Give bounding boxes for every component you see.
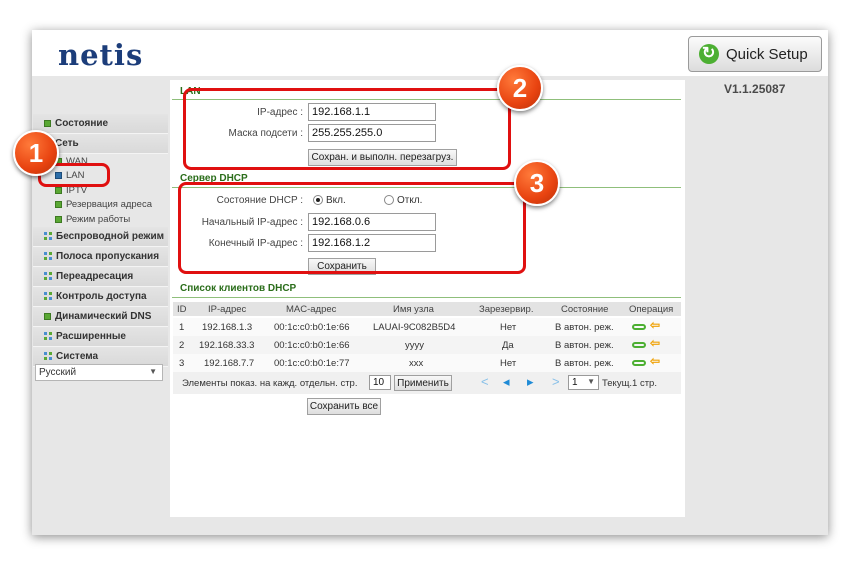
highlight-box-dhcp (178, 182, 526, 274)
chevron-down-icon: ▼ (587, 377, 595, 386)
column-header-reserved: Зарезервир. (479, 304, 534, 315)
sidebar-subitem-operation-mode[interactable]: Режим работы (33, 212, 168, 227)
green-square-icon (44, 120, 51, 127)
cell-id: 3 (179, 358, 185, 369)
green-square-icon (55, 186, 62, 194)
sidebar-item-wireless[interactable]: Беспроводной режим (33, 226, 168, 247)
refresh-icon (699, 43, 719, 64)
column-header-operation: Операция (629, 304, 674, 315)
green-square-icon (44, 312, 51, 320)
step-badge-2: 2 (497, 65, 543, 111)
sidebar-item-bandwidth[interactable]: Полоса пропускания (33, 246, 168, 267)
bind-link-icon[interactable] (632, 324, 646, 330)
grid-icon (44, 352, 52, 360)
cell-hostname: yyyy (405, 340, 424, 351)
per-page-input[interactable]: 10 (369, 375, 391, 390)
column-header-state: Состояние (561, 304, 609, 315)
cell-state: В автон. реж. (555, 340, 614, 351)
sidebar-item-access-control[interactable]: Контроль доступа (33, 286, 168, 307)
arrow-left-icon[interactable]: ⇦ (650, 318, 660, 332)
cell-hostname: xxx (409, 358, 424, 369)
arrow-left-icon[interactable]: ⇦ (650, 336, 660, 350)
column-header-ip: IP-адрес (208, 304, 247, 315)
divider (172, 297, 681, 298)
cell-id: 1 (179, 322, 185, 333)
cell-ip: 192.168.7.7 (204, 358, 255, 369)
cell-mac: 00:1c:c0:b0:1e:66 (274, 340, 350, 351)
step-badge-1: 1 (13, 130, 59, 176)
column-header-id: ID (177, 304, 187, 315)
next-page-icon[interactable]: ▸ (527, 374, 534, 390)
language-select[interactable]: Русский ▼ (35, 364, 163, 381)
arrow-left-icon[interactable]: ⇦ (650, 354, 660, 368)
column-header-mac: MAC-адрес (286, 304, 337, 315)
sidebar-item-ddns[interactable]: Динамический DNS (33, 306, 168, 327)
clients-section-title: Список клиентов DHCP (180, 283, 297, 294)
grid-icon (44, 272, 52, 280)
prev-page-icon[interactable]: ◂ (503, 374, 510, 390)
step-badge-3: 3 (514, 160, 560, 206)
bind-link-icon[interactable] (632, 360, 646, 366)
sidebar-subitem-address-reservation[interactable]: Резервация адреса (33, 198, 168, 213)
firmware-version: V1.1.25087 (724, 82, 786, 96)
sidebar-item-forwarding[interactable]: Переадресация (33, 266, 168, 287)
cell-mac: 00:1c:c0:b0:1e:77 (274, 358, 350, 369)
grid-icon (44, 332, 52, 340)
last-page-icon[interactable]: > (552, 374, 560, 389)
save-all-button[interactable]: Сохранить все (307, 398, 381, 415)
cell-reserved: Да (502, 340, 514, 351)
per-page-label: Элементы показ. на кажд. отдельн. стр. (182, 378, 358, 389)
grid-icon (44, 252, 52, 260)
bind-link-icon[interactable] (632, 342, 646, 348)
grid-icon (44, 292, 52, 300)
cell-ip: 192.168.1.3 (202, 322, 253, 333)
chevron-down-icon: ▼ (149, 367, 157, 376)
cell-id: 2 (179, 340, 185, 351)
netis-logo: netis (58, 38, 144, 72)
column-header-hostname: Имя узла (393, 304, 434, 315)
cell-state: В автон. реж. (555, 358, 614, 369)
quick-setup-label: Quick Setup (726, 45, 808, 63)
cell-ip: 192.168.33.3 (199, 340, 255, 351)
quick-setup-button[interactable]: Quick Setup (688, 36, 822, 72)
cell-state: В автон. реж. (555, 322, 614, 333)
grid-icon (44, 232, 52, 240)
cell-mac: 00:1c:c0:b0:1e:66 (274, 322, 350, 333)
cell-hostname: LAUAI-9C082B5D4 (373, 322, 456, 333)
apply-button[interactable]: Применить (394, 375, 452, 391)
cell-reserved: Нет (500, 322, 517, 333)
sidebar-item-advanced[interactable]: Расширенные (33, 326, 168, 347)
green-square-icon (55, 215, 62, 223)
sidebar-item-status[interactable]: Состояние (33, 114, 168, 134)
cell-reserved: Нет (500, 358, 517, 369)
page-select[interactable]: 1 ▼ (568, 375, 599, 390)
first-page-icon[interactable]: < (481, 374, 489, 389)
current-page-label: Текущ.1 стр. (602, 378, 657, 389)
green-square-icon (55, 201, 62, 209)
highlight-box-lan-settings (183, 88, 511, 170)
